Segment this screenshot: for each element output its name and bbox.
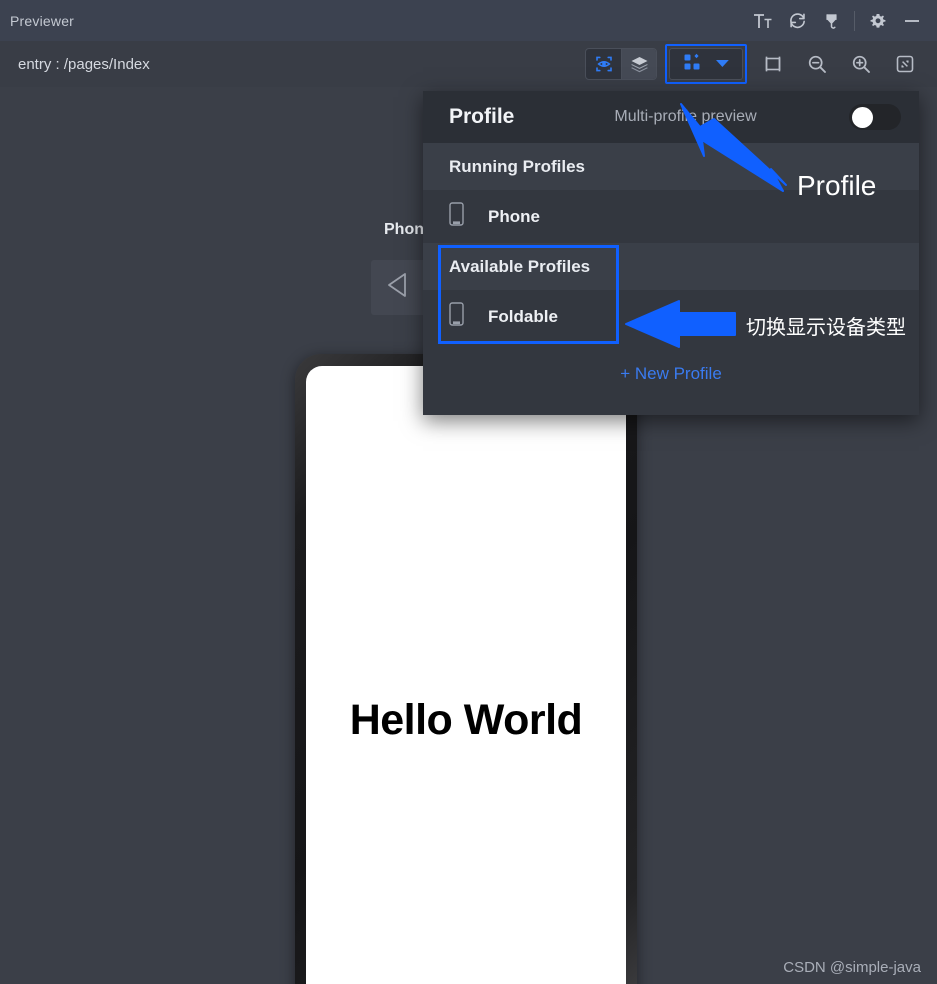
settings-gear-icon[interactable]: [861, 4, 895, 38]
zoom-in-icon[interactable]: [843, 48, 879, 80]
minimize-icon[interactable]: [895, 4, 929, 38]
toggle-knob: [852, 106, 873, 128]
dropdown-footer: + New Profile: [423, 343, 919, 405]
phone-device-icon: [449, 202, 464, 231]
multi-profile-preview-toggle[interactable]: [849, 104, 901, 130]
section-header-available-profiles: Available Profiles: [423, 243, 919, 290]
toolbar-divider: [854, 10, 855, 31]
profile-item-foldable-label: Foldable: [488, 306, 558, 326]
window-title: Previewer: [10, 12, 75, 29]
previewer-window: Previewer entry: /pages/Index Phone Hel…: [0, 0, 937, 984]
rotate-left-button[interactable]: [371, 260, 428, 315]
profile-dropdown-panel: Profile Multi-profile preview Running Pr…: [423, 91, 919, 415]
entry-path-label: entry : /pages/Index: [18, 55, 150, 73]
dropdown-header: Profile Multi-profile preview: [423, 91, 919, 143]
annotation-profile-label: Profile: [797, 170, 877, 201]
rotate-left-icon: [384, 270, 416, 305]
title-bar: Previewer: [0, 0, 937, 41]
dropdown-title: Profile: [449, 105, 515, 128]
inspect-layers-group: [585, 48, 657, 80]
watermark: CSDN @simple-java: [783, 959, 921, 976]
layers-icon[interactable]: [621, 49, 656, 79]
foldable-device-icon: [449, 302, 464, 331]
plug-icon[interactable]: [814, 4, 848, 38]
preview-tools: [585, 44, 937, 84]
inspect-eye-icon[interactable]: [586, 49, 621, 79]
zoom-out-icon[interactable]: [799, 48, 835, 80]
new-profile-button[interactable]: + New Profile: [620, 364, 722, 384]
multi-profile-preview-label: Multi-profile preview: [614, 108, 757, 125]
preview-toolbar: entry : /pages/Index: [0, 41, 937, 87]
chevron-down-icon: [715, 55, 730, 73]
frame-icon[interactable]: [755, 48, 791, 80]
profile-grid-icon: [683, 53, 701, 76]
profile-selector-button[interactable]: [669, 48, 743, 80]
annotation-device-type-label: 切换显示设备类型: [746, 315, 906, 339]
refresh-icon[interactable]: [780, 4, 814, 38]
fit-screen-icon[interactable]: [887, 48, 923, 80]
device-screen[interactable]: Hello World: [306, 366, 626, 984]
title-bar-actions: [746, 4, 937, 38]
profile-selector-highlight: [665, 44, 747, 84]
font-size-icon[interactable]: [746, 4, 780, 38]
device-frame: Hello World: [295, 354, 637, 984]
profile-item-phone-label: Phone: [488, 206, 540, 226]
hello-world-text: Hello World: [349, 696, 583, 744]
